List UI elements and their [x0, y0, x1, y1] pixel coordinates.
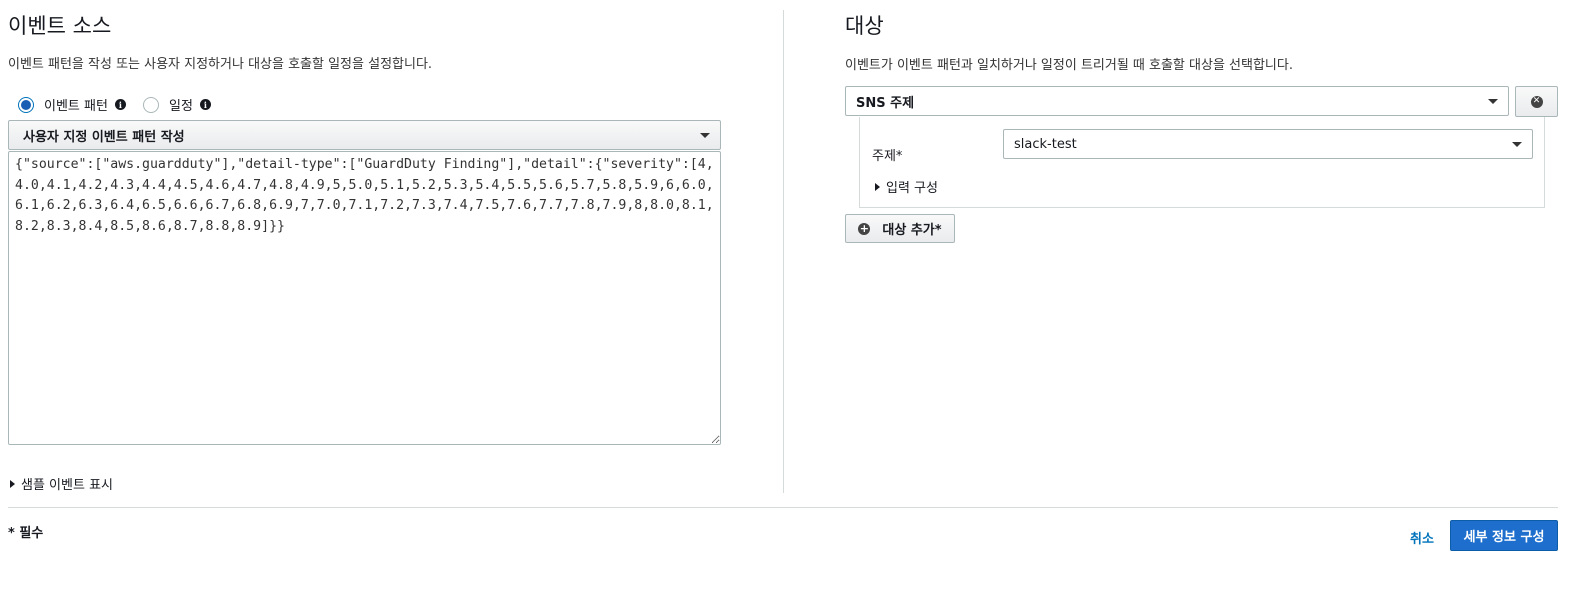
- remove-target-button[interactable]: ✕: [1515, 86, 1558, 117]
- pattern-type-select[interactable]: 사용자 지정 이벤트 패턴 작성: [8, 120, 721, 150]
- pattern-type-select-value: 사용자 지정 이벤트 패턴 작성: [23, 129, 185, 145]
- info-icon[interactable]: i: [114, 99, 126, 110]
- topic-select[interactable]: slack-test: [1003, 129, 1533, 159]
- radio-event-pattern-control[interactable]: [18, 96, 34, 113]
- remove-circle-icon: ✕: [1530, 95, 1543, 108]
- add-target-label: 대상 추가*: [882, 223, 942, 238]
- column-divider: [783, 10, 784, 493]
- info-icon[interactable]: i: [199, 99, 211, 110]
- topic-select-value: slack-test: [1014, 136, 1077, 152]
- target-type-select-value: SNS 주제: [856, 95, 915, 111]
- configure-input-label: 입력 구성: [886, 181, 938, 196]
- plus-circle-icon: +: [858, 222, 871, 235]
- show-sample-event-label: 샘플 이벤트 표시: [21, 478, 113, 493]
- chevron-down-icon: [1512, 141, 1522, 147]
- chevron-down-icon: [1488, 98, 1498, 104]
- radio-schedule[interactable]: 일정 i: [143, 95, 211, 114]
- caret-right-icon: [875, 182, 880, 191]
- radio-event-pattern-label: 이벤트 패턴: [44, 99, 108, 114]
- caret-right-icon: [10, 479, 15, 488]
- event-source-description: 이벤트 패턴을 작성 또는 사용자 지정하거나 대상을 호출할 일정을 설정합니…: [8, 57, 433, 72]
- targets-description: 이벤트가 이벤트 패턴과 일치하거나 일정이 트리거될 때 호출할 대상을 선택…: [845, 58, 1293, 73]
- target-type-select[interactable]: SNS 주제: [845, 86, 1509, 116]
- event-source-title: 이벤트 소스: [8, 14, 112, 38]
- configure-details-button[interactable]: 세부 정보 구성: [1450, 520, 1558, 551]
- chevron-down-icon: [700, 132, 710, 138]
- show-sample-event-toggle[interactable]: 샘플 이벤트 표시: [10, 474, 113, 493]
- targets-title: 대상: [845, 14, 884, 38]
- add-target-button[interactable]: + 대상 추가*: [845, 214, 955, 243]
- topic-label: 주제*: [872, 149, 903, 164]
- footer-divider: [8, 507, 1558, 508]
- configure-input-toggle[interactable]: 입력 구성: [875, 177, 938, 196]
- required-note: * 필수: [8, 526, 44, 541]
- radio-schedule-control[interactable]: [143, 96, 159, 113]
- radio-schedule-label: 일정: [169, 99, 193, 114]
- event-pattern-editor[interactable]: {"source":["aws.guardduty"],"detail-type…: [8, 151, 721, 445]
- radio-event-pattern[interactable]: 이벤트 패턴 i: [18, 95, 126, 114]
- cancel-link[interactable]: 취소: [1410, 528, 1434, 547]
